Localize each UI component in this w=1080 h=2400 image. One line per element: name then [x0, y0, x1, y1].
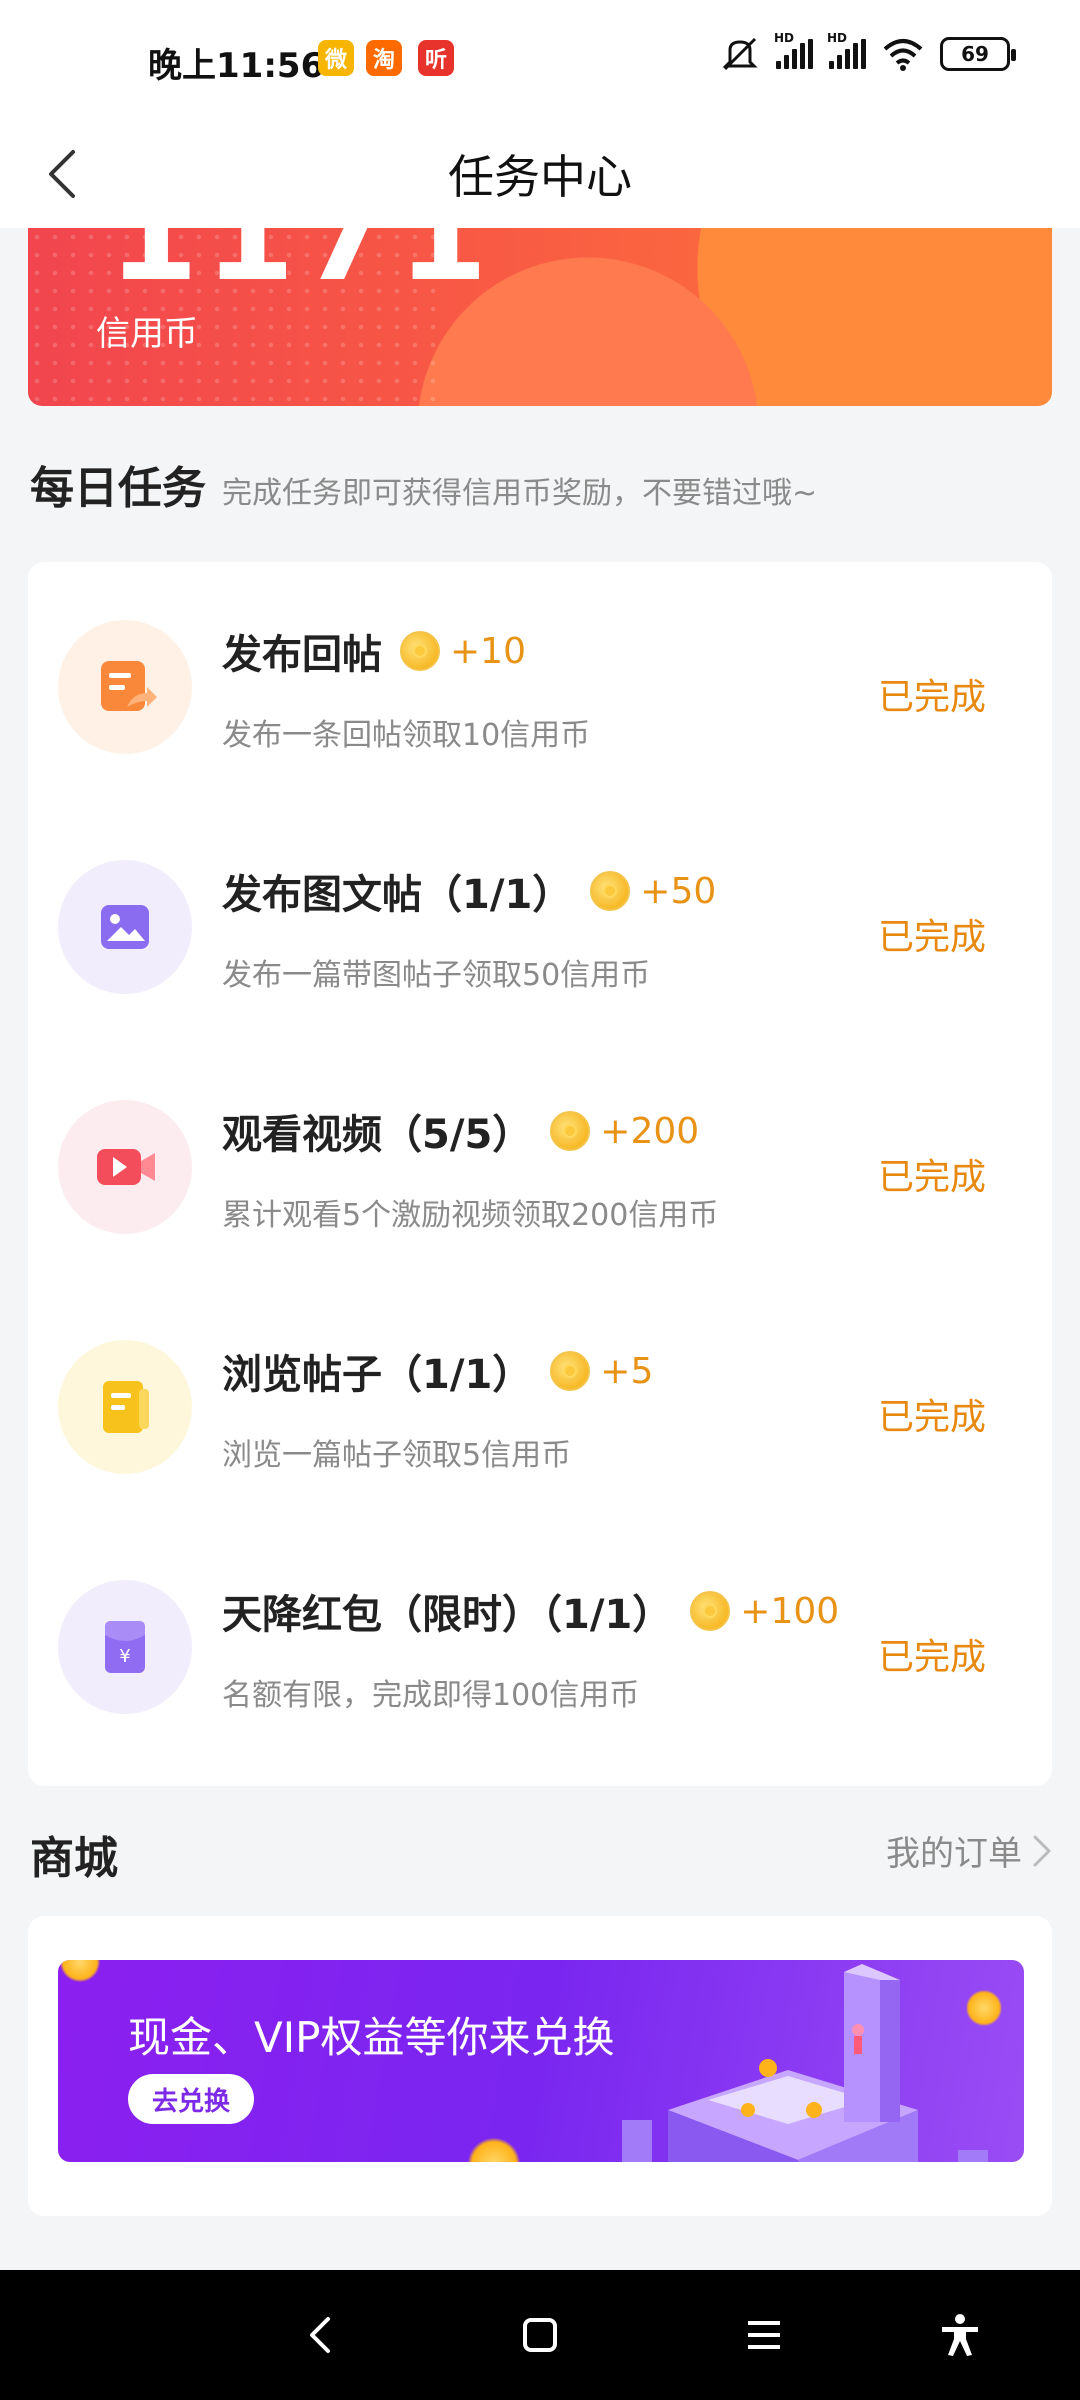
section-title: 每日任务: [30, 463, 206, 514]
signal-icon: HD: [827, 31, 866, 69]
svg-text:¥: ¥: [119, 1646, 130, 1667]
task-reward: +200: [600, 1110, 700, 1152]
status-time: 晚上11:56: [148, 46, 325, 86]
task-description: 名额有限，完成即得100信用币: [222, 1678, 640, 1713]
chevron-right-icon: [1033, 1835, 1051, 1866]
task-status-button[interactable]: 已完成: [878, 1148, 986, 1200]
browse-post-icon: [58, 1340, 192, 1474]
battery-level: 69: [961, 42, 989, 66]
task-reward: +10: [450, 630, 526, 672]
task-reward: +100: [740, 1590, 840, 1632]
exchange-banner-text: 现金、VIP权益等你来兑换: [128, 2013, 615, 2062]
back-arrow-icon: [49, 150, 75, 198]
exchange-button[interactable]: 去兑换: [128, 2074, 254, 2124]
task-title-line: 发布回帖 +10: [222, 622, 526, 680]
sparkle-decoration: [60, 1960, 100, 1982]
credit-balance: 1171: [108, 228, 494, 310]
credit-label: 信用币: [96, 314, 198, 354]
system-nav-bar: [0, 2270, 1080, 2400]
task-item-reply[interactable]: 发布回帖 +10 发布一条回帖领取10信用币 已完成: [28, 562, 1052, 762]
credit-balance-card: 1171 信用币: [28, 228, 1052, 406]
status-bar: 晚上11:56 微 淘 听 HD HD 69: [0, 0, 1080, 120]
task-item-video[interactable]: 观看视频（5/5） +200 累计观看5个激励视频领取200信用币 已完成: [28, 1042, 1052, 1242]
task-description: 累计观看5个激励视频领取200信用币: [222, 1198, 719, 1233]
task-reward: +5: [600, 1350, 654, 1392]
page-title: 任务中心: [448, 150, 632, 204]
nav-menu-button[interactable]: [724, 2300, 804, 2370]
battery-icon: 69: [940, 37, 1016, 71]
coin-icon: [550, 1111, 591, 1151]
nav-menu-icon: [748, 2321, 780, 2349]
task-title-line: 浏览帖子（1/1） +5: [222, 1342, 653, 1400]
task-title: 浏览帖子（1/1）: [222, 1352, 533, 1398]
ting-icon: 听: [418, 40, 454, 76]
task-title-line: 天降红包（限时）（1/1） +100: [222, 1582, 839, 1640]
nav-home-icon: [523, 2318, 557, 2352]
app-header: 任务中心: [0, 120, 1080, 228]
task-description: 发布一篇带图帖子领取50信用币: [222, 958, 651, 993]
section-subtitle: 完成任务即可获得信用币奖励，不要错过哦~: [222, 476, 818, 511]
task-status-button[interactable]: 已完成: [878, 1388, 986, 1440]
coin-icon: [590, 871, 631, 911]
signal-icon: HD: [774, 31, 813, 69]
my-orders-link[interactable]: 我的订单: [886, 1826, 1052, 1875]
accessibility-button[interactable]: [920, 2300, 1000, 2370]
task-status-button[interactable]: 已完成: [878, 1628, 986, 1680]
task-item-image-post[interactable]: 发布图文帖（1/1） +50 发布一篇带图帖子领取50信用币 已完成: [28, 802, 1052, 1002]
my-orders-label: 我的订单: [886, 1834, 1022, 1874]
task-list: 发布回帖 +10 发布一条回帖领取10信用币 已完成 发布图文帖（1/1） +5…: [28, 562, 1052, 1786]
daily-tasks-heading: 每日任务 完成任务即可获得信用币奖励，不要错过哦~: [30, 452, 817, 516]
red-packet-icon: ¥: [58, 1580, 192, 1714]
exchange-banner[interactable]: 现金、VIP权益等你来兑换 去兑换: [58, 1960, 1024, 2162]
video-icon: [58, 1100, 192, 1234]
task-status-button[interactable]: 已完成: [878, 668, 986, 720]
task-description: 发布一条回帖领取10信用币: [222, 718, 591, 753]
task-title-line: 发布图文帖（1/1） +50: [222, 862, 716, 920]
nav-back-icon: [310, 2317, 330, 2353]
weibo-icon: 微: [318, 40, 354, 76]
task-status-button[interactable]: 已完成: [878, 908, 986, 960]
task-description: 浏览一篇帖子领取5信用币: [222, 1438, 572, 1473]
task-item-red-packet[interactable]: ¥ 天降红包（限时）（1/1） +100 名额有限，完成即得100信用币 已完成: [28, 1522, 1052, 1722]
coin-icon: [690, 1591, 731, 1631]
wifi-icon: [883, 39, 923, 71]
task-item-browse[interactable]: 浏览帖子（1/1） +5 浏览一篇帖子领取5信用币 已完成: [28, 1282, 1052, 1482]
reply-post-icon: [58, 620, 192, 754]
task-reward: +50: [640, 870, 717, 912]
image-post-icon: [58, 860, 192, 994]
mall-title: 商城: [30, 1833, 118, 1884]
sparkle-decoration: [468, 2138, 520, 2162]
task-title-line: 观看视频（5/5） +200: [222, 1102, 699, 1160]
accessibility-icon: [942, 2314, 978, 2356]
nav-back-button[interactable]: [280, 2300, 360, 2370]
task-title: 发布图文帖（1/1）: [222, 872, 573, 918]
coin-icon: [400, 631, 440, 671]
nav-home-button[interactable]: [500, 2300, 580, 2370]
task-title: 天降红包（限时）（1/1）: [222, 1592, 673, 1638]
back-button[interactable]: [30, 142, 94, 206]
taobao-icon: 淘: [366, 40, 402, 76]
mall-card: 现金、VIP权益等你来兑换 去兑换: [28, 1916, 1052, 2216]
coin-icon: [550, 1351, 591, 1391]
building-illustration-icon: [622, 1964, 988, 2162]
task-title: 观看视频（5/5）: [222, 1112, 533, 1158]
mute-vibrate-icon: [722, 37, 758, 71]
task-title: 发布回帖: [222, 632, 382, 678]
status-indicators: HD HD 69: [720, 31, 1016, 72]
hd-label: HD: [774, 31, 795, 45]
hd-label: HD: [827, 31, 848, 45]
